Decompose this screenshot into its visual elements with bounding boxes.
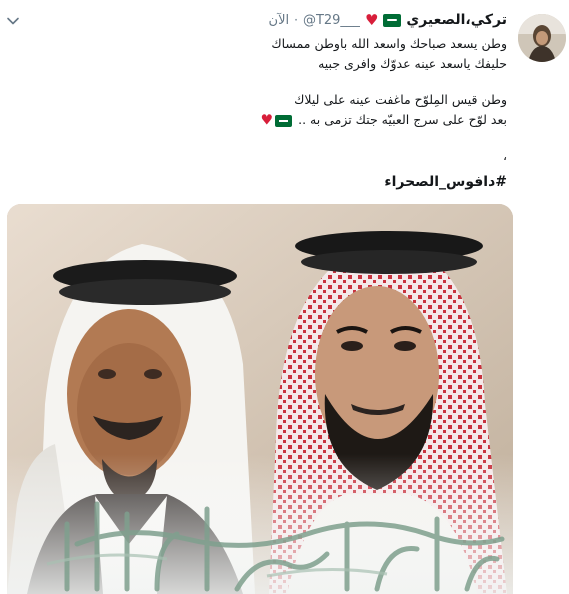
saudi-flag-icon <box>275 114 293 127</box>
display-name[interactable]: تركي،الصعيري <box>406 12 507 28</box>
tweet[interactable]: تركي،الصعيري ♥ @T29___ · الآن وطن يسعد ص… <box>0 0 569 594</box>
tweet-comma: ، <box>502 148 507 163</box>
saudi-flag-icon <box>383 13 402 27</box>
tweet-line: وطن يسعد صباحك واسعد الله باوطن ممساك <box>271 36 507 51</box>
chevron-down-icon[interactable] <box>6 14 20 28</box>
timestamp[interactable]: الآن <box>269 13 290 28</box>
hashtag-link[interactable]: #دافوس_الصحراء <box>384 174 507 190</box>
red-heart-icon: ♥ <box>364 10 379 29</box>
tweet-text: وطن يسعد صباحك واسعد الله باوطن ممساك حل… <box>67 34 507 166</box>
separator-dot: · <box>294 13 298 27</box>
red-heart-icon: ♥ <box>260 112 274 129</box>
tweet-line: حليفك ياسعد عينه عدوّك وافرى جبيه <box>318 56 507 71</box>
tweet-line-with-emoji: بعد لوّح على سرج العبيّه جتك تزمى به .. … <box>67 110 507 130</box>
user-handle[interactable]: @T29___ <box>303 13 360 28</box>
tweet-media-image[interactable] <box>7 204 513 594</box>
tweet-line: بعد لوّح على سرج العبيّه جتك تزمى به .. <box>298 112 507 127</box>
tweet-line: وطن قيس المِلوّح ماغفت عينه على ليلاك <box>294 92 507 107</box>
tweet-header: تركي،الصعيري ♥ @T29___ · الآن <box>269 12 507 28</box>
avatar[interactable] <box>518 14 566 62</box>
